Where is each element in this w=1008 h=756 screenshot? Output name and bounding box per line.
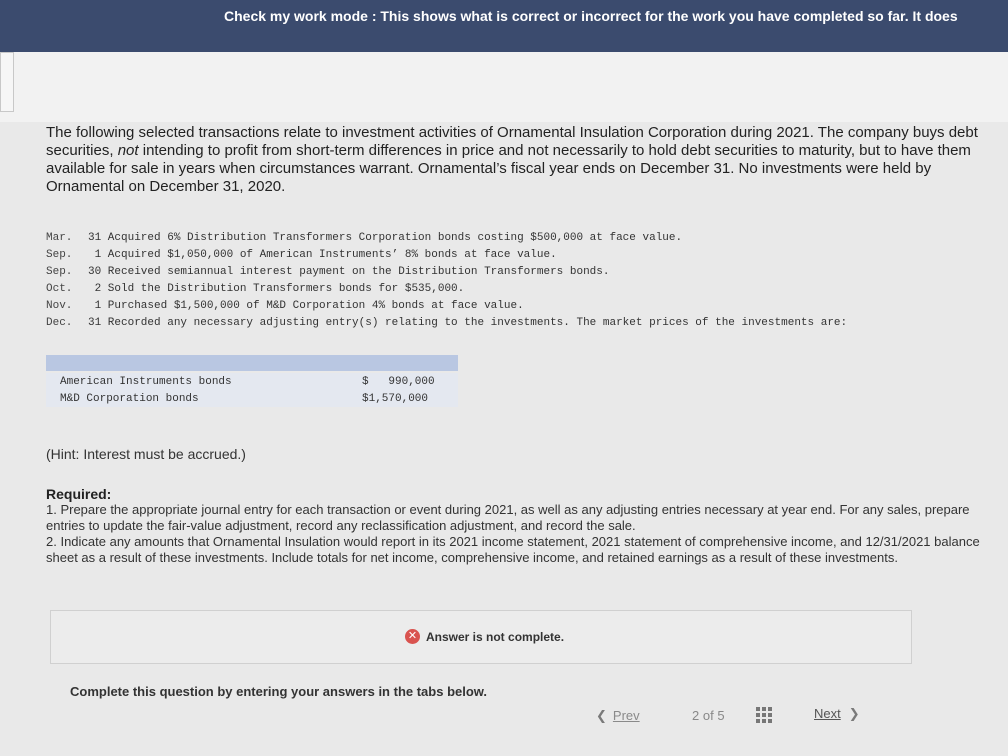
banner-text: Check my work mode : This shows what is … <box>224 8 958 24</box>
price-name: M&D Corporation bonds <box>60 392 199 405</box>
transaction-row: Sep. 1 Acquired $1,050,000 of American I… <box>46 249 557 261</box>
transaction-row: Oct. 2 Sold the Distribution Transformer… <box>46 283 465 295</box>
price-table-header <box>46 355 458 371</box>
check-my-work-banner: Check my work mode : This shows what is … <box>0 0 1008 52</box>
price-name: American Instruments bonds <box>60 375 232 388</box>
transaction-row: Nov. 1 Purchased $1,500,000 of M&D Corpo… <box>46 300 524 312</box>
intro-part-2: intending to profit from short-term diff… <box>46 142 971 195</box>
next-button[interactable]: Next ❯ <box>814 706 860 722</box>
hint-text: (Hint: Interest must be accrued.) <box>46 446 246 462</box>
x-circle-icon: ✕ <box>405 629 420 644</box>
answer-status-box: ✕ Answer is not complete. <box>50 610 912 664</box>
table-row: M&D Corporation bonds $1,570,000 <box>46 390 458 407</box>
chevron-right-icon: ❯ <box>848 706 860 721</box>
transaction-row: Mar. 31 Acquired 6% Distribution Transfor… <box>46 232 683 244</box>
transaction-row: Dec. 31 Recorded any necessary adjusting … <box>46 317 848 329</box>
chevron-left-icon: ❮ <box>596 708 607 723</box>
price-value: $1,570,000 <box>362 392 429 405</box>
table-row: American Instruments bonds $ 990,000 <box>46 373 458 390</box>
answer-status-text: Answer is not complete. <box>426 629 565 644</box>
question-navigation: ❮ Prev 2 of 5 Next ❯ <box>596 706 886 728</box>
intro-emphasis: not <box>117 142 139 159</box>
transaction-list: Mar. 31 Acquired 6% Distribution Transfor… <box>46 230 990 332</box>
header-panel <box>0 52 1008 122</box>
prev-label: Prev <box>612 708 640 723</box>
grid-menu-icon[interactable] <box>756 707 772 723</box>
next-label: Next <box>814 706 841 721</box>
answer-status: ✕ Answer is not complete. <box>405 629 564 644</box>
transaction-row: Sep. 30 Received semiannual interest paym… <box>46 266 610 278</box>
price-value: $ 990,000 <box>362 375 435 388</box>
page-indicator: 2 of 5 <box>692 708 725 723</box>
question-intro: The following selected transactions rela… <box>46 124 990 196</box>
required-item-2: 2. Indicate any amounts that Ornamental … <box>46 534 980 565</box>
side-panel-edge <box>0 52 14 112</box>
required-item-1: 1. Prepare the appropriate journal entry… <box>46 502 970 533</box>
required-title: Required: <box>46 486 112 502</box>
market-price-table: American Instruments bonds $ 990,000 M&D… <box>46 355 458 407</box>
complete-instructions: Complete this question by entering your … <box>70 684 488 699</box>
prev-button[interactable]: ❮ Prev <box>596 708 640 724</box>
required-body: 1. Prepare the appropriate journal entry… <box>46 502 990 566</box>
